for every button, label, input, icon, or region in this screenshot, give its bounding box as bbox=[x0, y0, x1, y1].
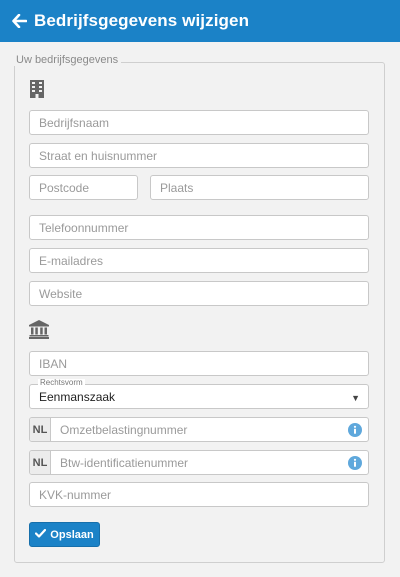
top-bar: Bedrijfsgegevens wijzigen bbox=[0, 0, 400, 42]
check-icon bbox=[35, 528, 47, 541]
company-name-input[interactable] bbox=[29, 110, 369, 135]
street-input[interactable] bbox=[29, 143, 369, 168]
btw-id-input[interactable] bbox=[51, 451, 342, 474]
vat-country-prefix: NL bbox=[30, 418, 51, 441]
legal-form-label: Rechtsvorm bbox=[38, 378, 85, 387]
phone-input[interactable] bbox=[29, 215, 369, 240]
info-icon[interactable] bbox=[342, 418, 368, 441]
save-button-label: Opslaan bbox=[50, 528, 94, 541]
fieldset-legend: Uw bedrijfsgegevens bbox=[13, 54, 122, 66]
caret-down-icon: ▼ bbox=[351, 393, 360, 403]
bank-icon bbox=[29, 320, 49, 344]
building-icon bbox=[29, 80, 45, 103]
vat-number-input[interactable] bbox=[51, 418, 342, 441]
arrow-left-icon[interactable] bbox=[12, 13, 28, 29]
vat-number-group: NL bbox=[29, 417, 369, 442]
postcode-input[interactable] bbox=[29, 175, 138, 200]
legal-form-select[interactable]: Eenmanszaak ▼ bbox=[29, 384, 369, 409]
info-icon[interactable] bbox=[342, 451, 368, 474]
btw-country-prefix: NL bbox=[30, 451, 51, 474]
kvk-input[interactable] bbox=[29, 482, 369, 507]
page-title: Bedrijfsgegevens wijzigen bbox=[34, 11, 250, 30]
email-input[interactable] bbox=[29, 248, 369, 273]
iban-input[interactable] bbox=[29, 351, 369, 376]
website-input[interactable] bbox=[29, 281, 369, 306]
btw-id-group: NL bbox=[29, 450, 369, 475]
legal-form-selected: Eenmanszaak bbox=[39, 389, 116, 404]
save-button[interactable]: Opslaan bbox=[29, 522, 100, 547]
city-input[interactable] bbox=[150, 175, 369, 200]
